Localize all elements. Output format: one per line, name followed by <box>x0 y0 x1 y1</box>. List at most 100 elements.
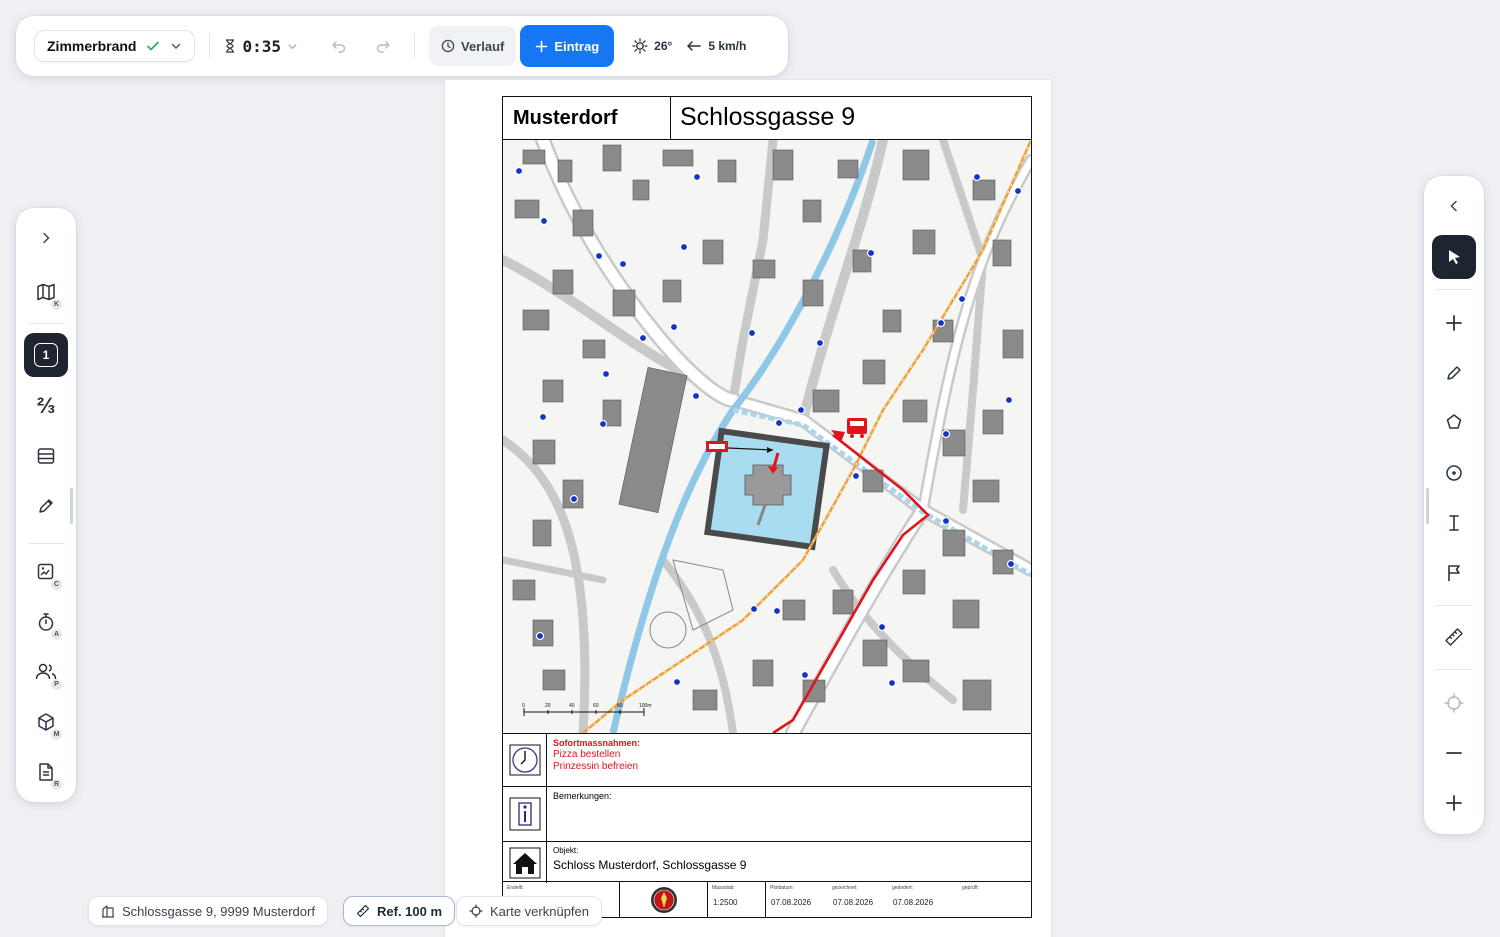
immediate-measure-item: Pizza bestellen <box>553 749 621 760</box>
zoom-in-button[interactable] <box>1432 781 1476 825</box>
check-icon <box>147 41 160 51</box>
zoom-out-button[interactable] <box>1432 731 1476 775</box>
changed-cell: geändert: 07.08.2026 <box>888 882 958 917</box>
incident-name: Zimmerbrand <box>47 38 137 54</box>
checked-cell: geprüft: <box>958 882 1031 917</box>
plus-icon <box>1446 315 1462 331</box>
plot-date-cell: Plotdatum: 07.08.2026 <box>766 882 828 917</box>
document-icon <box>39 763 53 781</box>
sidebar-item-layers[interactable] <box>24 434 68 478</box>
object-text: Objekt: Schloss Musterdorf, Schlossgasse… <box>553 845 746 871</box>
scalebar-label: 100m <box>639 703 652 709</box>
sidebar-item-map[interactable]: K <box>24 270 68 314</box>
sidebar-item-pen[interactable] <box>24 484 68 528</box>
immediate-measures-text: Sofortmassnahmen: Pizza bestellen Prinze… <box>553 737 640 773</box>
info-icon <box>509 797 540 831</box>
clock-cell <box>503 734 547 786</box>
fraction-icon: ⅔ <box>36 393 56 418</box>
address-chip[interactable]: Schlossgasse 9, 9999 Musterdorf <box>88 896 328 926</box>
scalebar-label: 60 <box>593 703 599 709</box>
crosshair-icon <box>1444 693 1464 713</box>
redo-button[interactable] <box>366 29 400 63</box>
immediate-measures-row: Sofortmassnahmen: Pizza bestellen Prinze… <box>503 733 1031 786</box>
circle-tool-button[interactable] <box>1432 451 1476 495</box>
history-label: Verlauf <box>461 38 505 54</box>
sidebar-item-fraction[interactable]: ⅔ <box>24 384 68 428</box>
sidebar-item-box[interactable]: M <box>24 700 68 744</box>
ruler-icon <box>356 904 370 918</box>
site-map[interactable]: 0 20 40 60 80 100m <box>503 140 1031 733</box>
cursor-icon <box>1449 250 1460 264</box>
clock-icon <box>509 744 540 776</box>
add-entry-button[interactable]: Eintrag <box>520 25 615 67</box>
left-resize-handle[interactable] <box>70 488 73 524</box>
weather-info[interactable]: 26° 5 km/h <box>632 38 746 54</box>
polygon-tool-button[interactable] <box>1432 400 1476 444</box>
address-chip-label: Schlossgasse 9, 9999 Musterdorf <box>122 903 315 919</box>
text-tool-button[interactable] <box>1432 501 1476 545</box>
drawn-label: gezeichnet: <box>832 885 858 891</box>
locate-button[interactable] <box>1432 681 1476 725</box>
ruler-icon <box>1445 628 1463 646</box>
flag-tool-button[interactable] <box>1432 551 1476 595</box>
select-tool-button[interactable] <box>1432 235 1476 279</box>
chevron-right-icon <box>43 232 50 244</box>
link-map-label: Karte verknüpfen <box>490 903 590 919</box>
divider <box>28 543 64 544</box>
sidebar-item-page-1[interactable]: 1 <box>24 333 68 377</box>
pencil-icon <box>1447 366 1461 380</box>
checked-label: geprüft: <box>962 885 979 891</box>
incident-selector[interactable]: Zimmerbrand <box>34 30 196 62</box>
add-tool-button[interactable] <box>1432 301 1476 345</box>
chevron-down-icon <box>288 43 297 49</box>
link-map-chip[interactable]: Karte verknüpfen <box>456 896 603 926</box>
remarks-label: Bemerkungen: <box>553 791 612 801</box>
shortcut-badge: R <box>51 779 62 790</box>
scalebar-label: 40 <box>569 703 575 709</box>
document-page: Musterdorf Schlossgasse 9 0 20 40 60 80 … <box>445 80 1051 937</box>
sidebar-item-document[interactable]: R <box>24 750 68 794</box>
incident-timer[interactable]: 0:35 <box>224 37 298 56</box>
plus-icon <box>536 40 548 52</box>
sidebar-item-image[interactable]: C <box>24 550 68 594</box>
top-toolbar: Zimmerbrand 0:35 Verlauf Eintrag 26° 5 k… <box>16 16 788 76</box>
history-button[interactable]: Verlauf <box>429 26 517 66</box>
polygon-icon <box>1446 414 1462 429</box>
wind-speed: 5 km/h <box>708 39 747 53</box>
undo-button[interactable] <box>322 29 356 63</box>
immediate-measure-item: Prinzessin befreien <box>553 761 639 772</box>
chevron-down-icon <box>172 43 181 50</box>
undo-icon <box>332 41 346 53</box>
fire-brigade-logo-icon <box>650 886 677 913</box>
reference-scale-chip[interactable]: Ref. 100 m <box>343 896 456 926</box>
measure-tool-button[interactable] <box>1432 615 1476 659</box>
drawn-value: 07.08.2026 <box>833 898 874 907</box>
divider <box>28 323 64 324</box>
drawn-cell: gezeichnet: 07.08.2026 <box>828 882 888 917</box>
collapse-toolbar-button[interactable] <box>1432 184 1476 228</box>
layers-list-icon <box>37 448 55 464</box>
timer-value: 0:35 <box>242 36 281 56</box>
pencil-tool-button[interactable] <box>1432 351 1476 395</box>
einsatzplan-sheet: Musterdorf Schlossgasse 9 0 20 40 60 80 … <box>502 96 1032 918</box>
divider <box>1436 289 1472 290</box>
sidebar-item-timer[interactable]: A <box>24 600 68 644</box>
text-cursor-icon <box>1449 515 1459 531</box>
municipality-title: Musterdorf <box>503 97 671 140</box>
right-toolbar <box>1424 176 1484 834</box>
divider <box>1436 669 1472 670</box>
scale-label: Massstab: <box>712 885 735 891</box>
plot-date-label: Plotdatum: <box>770 885 794 891</box>
circle-dot-icon <box>1446 465 1462 481</box>
flag-icon <box>1448 565 1460 581</box>
expand-sidebar-button[interactable] <box>24 216 68 260</box>
immediate-measures-title: Sofortmassnahmen: <box>553 738 641 748</box>
remarks-row: Bemerkungen: <box>503 786 1031 841</box>
divider <box>414 34 415 58</box>
map-graphic: 0 20 40 60 80 100m <box>503 140 1031 733</box>
sidebar-item-people[interactable]: P <box>24 650 68 694</box>
right-resize-handle[interactable] <box>1426 488 1429 524</box>
add-entry-label: Eintrag <box>554 38 600 54</box>
crosshair-icon <box>469 904 483 918</box>
scalebar-label: 20 <box>545 703 551 709</box>
